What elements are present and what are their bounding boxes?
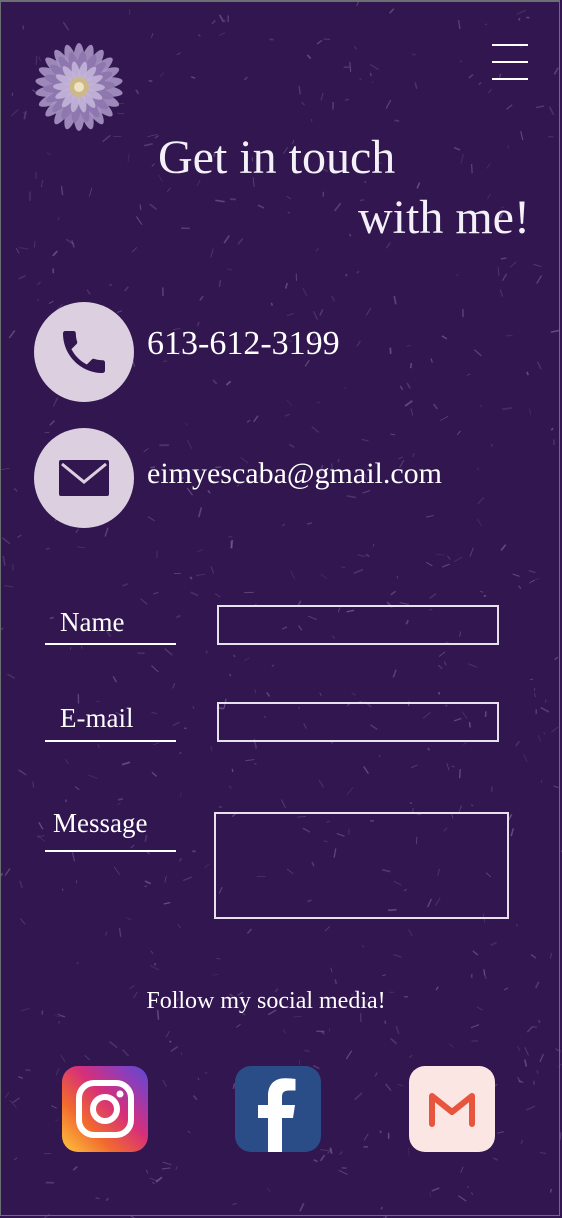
- email-label: E-mail: [60, 703, 134, 733]
- instagram-icon: [76, 1080, 134, 1138]
- page-title-line-2: with me!: [358, 191, 530, 244]
- menu-bar: [492, 78, 528, 80]
- gmail-icon: [429, 1093, 475, 1127]
- name-label-underline: [45, 643, 176, 645]
- phone-number-link[interactable]: 613-612-3199: [147, 324, 340, 364]
- facebook-icon: [258, 1078, 296, 1152]
- phone-icon-circle: [34, 302, 134, 402]
- phone-icon: [63, 331, 105, 373]
- hamburger-menu-button[interactable]: [490, 40, 530, 84]
- message-textarea[interactable]: [214, 812, 509, 919]
- facebook-link[interactable]: [235, 1066, 321, 1152]
- message-label-underline: [45, 850, 176, 852]
- gmail-link[interactable]: [409, 1066, 495, 1152]
- envelope-icon: [59, 460, 109, 496]
- email-icon-circle: [34, 428, 134, 528]
- social-media-heading: Follow my social media!: [146, 988, 386, 1014]
- instagram-link[interactable]: [62, 1066, 148, 1152]
- name-label: Name: [60, 607, 125, 637]
- email-label-underline: [45, 740, 176, 742]
- message-label: Message: [53, 808, 148, 838]
- page-title-line-1: Get in touch: [158, 131, 396, 184]
- email-address-link[interactable]: eimyescaba@gmail.com: [147, 456, 442, 492]
- menu-bar: [492, 61, 528, 63]
- menu-bar: [492, 44, 528, 46]
- flower-logo: [35, 43, 123, 131]
- email-input[interactable]: [217, 702, 499, 742]
- name-input[interactable]: [217, 605, 499, 645]
